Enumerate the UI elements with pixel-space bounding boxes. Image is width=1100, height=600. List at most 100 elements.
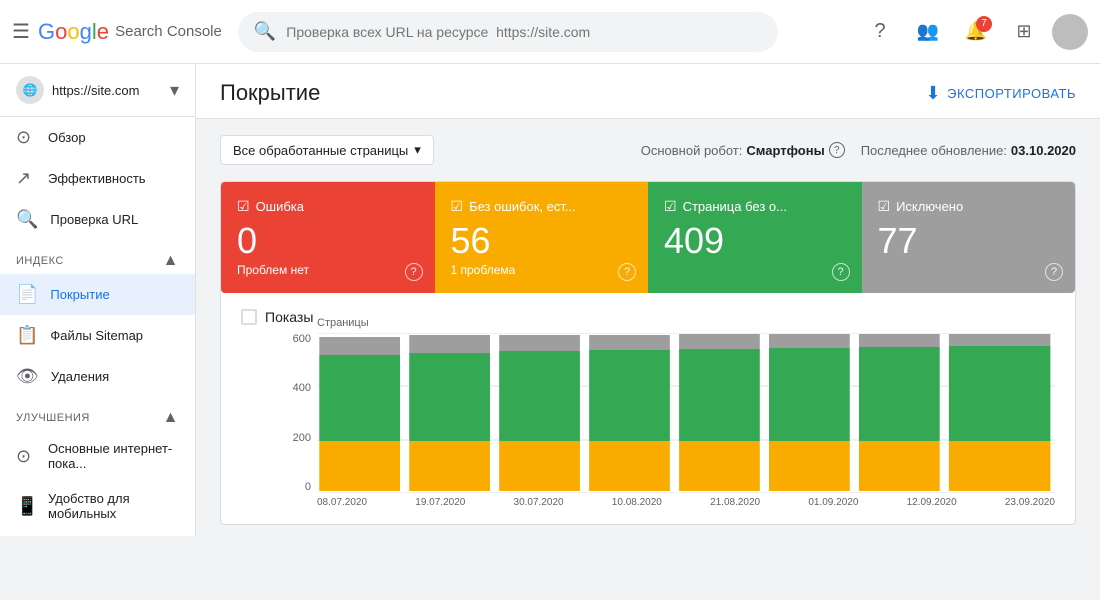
update-label: Последнее обновление: <box>861 143 1007 158</box>
status-card-header: ☑ Исключено <box>878 198 1060 215</box>
people-icon: 👥 <box>917 21 939 42</box>
help-icon[interactable]: ? <box>618 263 636 281</box>
site-selector[interactable]: 🌐 https://site.com ▾ <box>0 64 195 117</box>
sidebar-item-removals[interactable]: 👁 Удаления <box>0 356 195 397</box>
filter-chevron-icon: ▾ <box>414 142 421 158</box>
main-content: Покрытие ⬇ ЭКСПОРТИРОВАТЬ Все обработанн… <box>196 64 1100 536</box>
x-label-6: 12.09.2020 <box>907 497 957 508</box>
x-label-0: 08.07.2020 <box>317 497 367 508</box>
status-card-excluded[interactable]: ☑ Исключено 77 ? <box>862 182 1076 293</box>
status-desc: Проблем нет <box>237 263 419 277</box>
status-card-header: ☑ Страница без о... <box>664 198 846 215</box>
x-label-3: 10.08.2020 <box>612 497 662 508</box>
export-button[interactable]: ⬇ ЭКСПОРТИРОВАТЬ <box>926 83 1076 104</box>
main-body: Все обработанные страницы ▾ Основной роб… <box>196 119 1100 536</box>
sidebar-item-performance[interactable]: ↗ Эффективность <box>0 158 195 199</box>
check-icon: ☑ <box>878 198 891 215</box>
x-label-2: 30.07.2020 <box>514 497 564 508</box>
sidebar-item-label: Файлы Sitemap <box>50 328 143 343</box>
help-icon[interactable]: ? <box>405 263 423 281</box>
status-number: 56 <box>451 223 633 259</box>
status-card-error[interactable]: ☑ Ошибка 0 Проблем нет ? <box>221 182 435 293</box>
sidebar-item-coverage[interactable]: 📄 Покрытие <box>0 274 195 315</box>
index-collapse-icon[interactable]: ▲ <box>163 252 179 270</box>
filter-info: Основной робот: Смартфоны ? Последнее об… <box>641 142 1076 158</box>
trending-icon: ↗ <box>16 168 36 189</box>
sidebar-item-label: Основные интернет-пока... <box>48 441 179 471</box>
sidebar-item-sitemap[interactable]: 📋 Файлы Sitemap <box>0 315 195 356</box>
menu-icon[interactable]: ☰ <box>12 19 30 44</box>
apps-button[interactable]: ⊞ <box>1004 12 1044 52</box>
sidebar-item-mobile[interactable]: 📱 Удобство для мобильных <box>0 481 195 531</box>
chart-container: 600 400 200 0 Страницы <box>221 333 1075 524</box>
x-axis-labels: 08.07.2020 19.07.2020 30.07.2020 10.08.2… <box>317 497 1055 508</box>
notifications-button[interactable]: 🔔 7 <box>956 12 996 52</box>
status-card-warning[interactable]: ☑ Без ошибок, ест... 56 1 проблема ? <box>435 182 649 293</box>
search-bar[interactable]: 🔍 <box>238 12 778 52</box>
sitemap-icon: 📋 <box>16 325 38 346</box>
sidebar-item-vitals[interactable]: ⊙ Основные интернет-пока... <box>0 431 195 481</box>
index-section-header: Индекс ▲ <box>0 240 195 274</box>
x-label-1: 19.07.2020 <box>415 497 465 508</box>
robot-type: Смартфоны <box>746 143 824 158</box>
status-desc: 1 проблема <box>451 263 633 277</box>
y-label-600: 600 <box>281 333 311 345</box>
filter-label: Все обработанные страницы <box>233 143 408 158</box>
site-favicon: 🌐 <box>16 76 44 104</box>
eye-icon: 👁 <box>16 366 39 387</box>
index-section-label: Индекс <box>16 255 64 267</box>
product-name: Search Console <box>111 23 222 40</box>
sidebar-item-label: Покрытие <box>50 287 109 302</box>
sidebar-item-label: Проверка URL <box>50 212 138 227</box>
help-icon: ? <box>874 20 885 43</box>
sidebar-item-label: Удаления <box>51 369 109 384</box>
home-icon: ⊙ <box>16 127 36 148</box>
page-header: Покрытие ⬇ ЭКСПОРТИРОВАТЬ <box>196 64 1100 119</box>
status-card-valid[interactable]: ☑ Страница без о... 409 ? <box>648 182 862 293</box>
search-icon: 🔍 <box>254 21 276 42</box>
legend-checkbox-pokazy[interactable] <box>241 309 257 325</box>
users-button[interactable]: 👥 <box>908 12 948 52</box>
export-label: ЭКСПОРТИРОВАТЬ <box>947 86 1076 101</box>
sidebar-item-overview[interactable]: ⊙ Обзор <box>0 117 195 158</box>
y-label-400: 400 <box>281 382 311 394</box>
y-label-200: 200 <box>281 432 311 444</box>
avatar[interactable] <box>1052 14 1088 50</box>
coverage-chart <box>317 333 1055 493</box>
grid-icon: ⊞ <box>1016 21 1031 42</box>
coverage-icon: 📄 <box>16 284 38 305</box>
sidebar-item-breadcrumbs[interactable]: ⊙ Строки навигации <box>0 531 195 536</box>
sidebar-item-label: Обзор <box>48 130 86 145</box>
status-number: 409 <box>664 223 846 259</box>
page-title: Покрытие <box>220 80 320 106</box>
status-number: 0 <box>237 223 419 259</box>
mobile-icon: 📱 <box>16 496 36 517</box>
filter-bar: Все обработанные страницы ▾ Основной роб… <box>220 135 1076 165</box>
status-card-header: ☑ Ошибка <box>237 198 419 215</box>
legend-label-pokazy: Показы <box>265 309 313 325</box>
main-layout: 🌐 https://site.com ▾ ⊙ Обзор ↗ Эффективн… <box>0 64 1100 536</box>
question-icon: ? <box>829 142 845 158</box>
help-button[interactable]: ? <box>860 12 900 52</box>
update-date: 03.10.2020 <box>1011 143 1076 158</box>
filter-button[interactable]: Все обработанные страницы ▾ <box>220 135 434 165</box>
sidebar-item-label: Эффективность <box>48 171 146 186</box>
status-card-header: ☑ Без ошибок, ест... <box>451 198 633 215</box>
y-axis-title: Страницы <box>317 317 369 329</box>
google-wordmark: Google <box>38 19 109 45</box>
help-icon[interactable]: ? <box>832 263 850 281</box>
check-icon: ☑ <box>451 198 464 215</box>
search-input[interactable] <box>286 24 762 40</box>
status-title: Страница без о... <box>683 199 787 214</box>
sidebar-item-url-check[interactable]: 🔍 Проверка URL <box>0 199 195 240</box>
vitals-icon: ⊙ <box>16 446 36 467</box>
check-icon: ☑ <box>664 198 677 215</box>
x-label-5: 01.09.2020 <box>808 497 858 508</box>
status-title: Исключено <box>896 199 963 214</box>
help-icon[interactable]: ? <box>1045 263 1063 281</box>
status-cards: ☑ Ошибка 0 Проблем нет ? ☑ Без ошибок, е… <box>221 182 1075 293</box>
improvements-collapse-icon[interactable]: ▲ <box>163 409 179 427</box>
improvements-section-header: Улучшения ▲ <box>0 397 195 431</box>
x-label-4: 21.08.2020 <box>710 497 760 508</box>
sidebar: 🌐 https://site.com ▾ ⊙ Обзор ↗ Эффективн… <box>0 64 196 536</box>
